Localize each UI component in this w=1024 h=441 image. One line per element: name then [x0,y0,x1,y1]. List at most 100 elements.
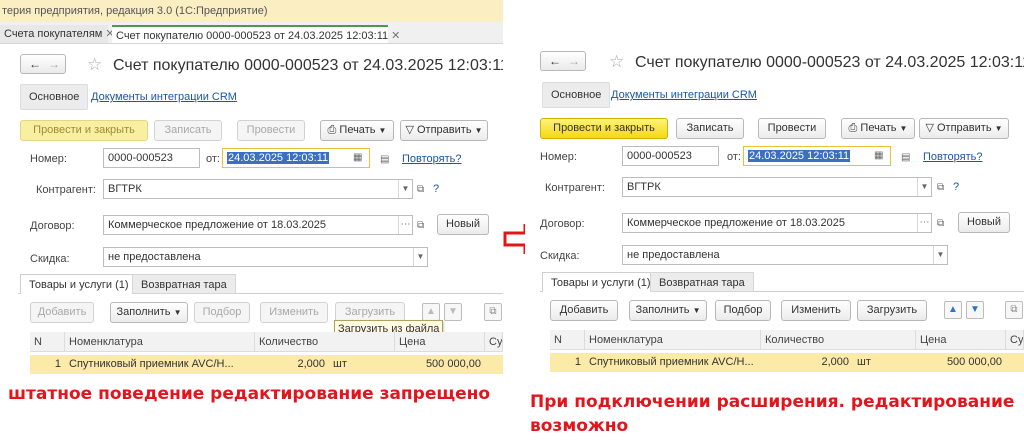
tab-goods-services[interactable]: Товары и услуги (1) [20,274,138,294]
close-icon[interactable]: ✕ [391,30,400,42]
cell-qty: 2,000 [761,353,853,372]
send-button[interactable]: ▽ Отправить ▼ [400,120,488,141]
question-icon[interactable]: ? [953,181,959,193]
subnav-main[interactable]: Основное [542,82,611,108]
discount-label: Скидка: [30,253,70,265]
right-screenshot: ← → ☆ Счет покупателю 0000-000523 от 24.… [525,37,1024,385]
back-forward-buttons[interactable]: ← → [20,54,66,74]
star-icon[interactable]: ☆ [609,53,624,70]
contract-label: Договор: [540,218,585,230]
open-icon[interactable]: ⧉ [417,184,424,196]
change-button[interactable]: Изменить [781,300,851,321]
post-and-close-button[interactable]: Провести и закрыть [20,120,148,141]
question-icon[interactable]: ? [433,183,439,195]
window-title: терия предприятия, редакция 3.0 (1С:Пред… [0,0,503,22]
forward-arrow-icon[interactable]: → [48,57,60,71]
contract-field[interactable]: Коммерческое предложение от 18.03.2025 ⋯ [103,215,413,235]
tab-returnable-containers[interactable]: Возвратная тара [132,274,236,294]
list-icon[interactable]: ▤ [901,152,910,164]
subnav-main[interactable]: Основное [20,84,89,110]
chevron-down-icon[interactable]: ⋯ [917,214,931,232]
post-button[interactable]: Провести [758,118,826,139]
up-arrow-icon[interactable]: ▲ [944,301,962,319]
copy-icon[interactable]: ⧉ [1005,301,1023,319]
subnav-crm-link[interactable]: Документы интеграции CRM [611,89,757,101]
contractor-field[interactable]: ВГТРК ▼ [622,177,932,197]
number-field[interactable]: 0000-000523 [622,146,719,166]
column-header-qty[interactable]: Количество [761,330,916,350]
down-arrow-icon[interactable]: ▼ [966,301,984,319]
pick-button[interactable]: Подбор [194,302,250,323]
discount-field[interactable]: не предоставлена ▼ [622,245,948,265]
add-row-button[interactable]: Добавить [30,302,94,323]
load-button[interactable]: Загрузить [857,300,927,321]
column-header-sum[interactable]: Су [485,332,503,352]
contractor-field[interactable]: ВГТРК ▼ [103,179,413,199]
date-field[interactable]: 24.03.2025 12:03:11 ▦ [743,146,891,166]
column-header-n[interactable]: N [30,332,65,352]
change-button[interactable]: Изменить [260,302,328,323]
send-button[interactable]: ▽ Отправить ▼ [919,118,1009,139]
copy-icon[interactable]: ⧉ [484,303,502,321]
chevron-down-icon[interactable]: ▼ [933,246,947,264]
save-button[interactable]: Записать [154,120,222,141]
fill-button[interactable]: Заполнить ▼ [629,300,707,321]
back-forward-buttons[interactable]: ← → [540,51,586,71]
printer-icon: ⎙ [848,122,858,134]
number-field[interactable]: 0000-000523 [103,148,200,168]
open-icon[interactable]: ⧉ [937,182,944,194]
subnav-crm-link[interactable]: Документы интеграции CRM [91,91,237,103]
down-arrow-icon[interactable]: ▼ [444,303,462,321]
date-field[interactable]: 24.03.2025 12:03:11 ▦ [222,148,370,168]
open-tabs-bar: Счета покупателям ✕ Счет покупателю 0000-… [0,22,503,44]
forward-arrow-icon[interactable]: → [568,54,580,68]
chevron-down-icon[interactable]: ▼ [398,180,412,198]
column-header-price[interactable]: Цена [916,330,1006,350]
chevron-down-icon[interactable]: ⋯ [398,216,412,234]
column-header-n[interactable]: N [550,330,585,350]
number-label: Номер: [540,151,577,163]
new-contract-button[interactable]: Новый [958,212,1010,233]
save-button[interactable]: Записать [676,118,744,139]
column-header-sum[interactable]: Су [1006,330,1024,350]
print-button[interactable]: ⎙ Печать ▼ [320,120,394,141]
back-arrow-icon[interactable]: ← [29,57,41,71]
fill-button[interactable]: Заполнить ▼ [110,302,188,323]
calendar-icon[interactable]: ▦ [353,152,362,164]
contractor-label: Контрагент: [36,184,96,196]
column-header-item[interactable]: Номенклатура [65,332,255,352]
tab-invoices-list[interactable]: Счета покупателям ✕ [0,25,115,43]
cell-price: 500 000,00 [395,355,485,374]
pick-button[interactable]: Подбор [715,300,771,321]
open-icon[interactable]: ⧉ [937,218,944,230]
chevron-down-icon[interactable]: ▼ [413,248,427,266]
print-button[interactable]: ⎙ Печать ▼ [841,118,915,139]
left-caption: штатное поведение редактирование запреще… [8,384,491,404]
tab-goods-services[interactable]: Товары и услуги (1) [542,272,660,292]
repeat-link[interactable]: Повторять? [402,153,462,165]
new-contract-button[interactable]: Новый [437,214,489,235]
column-header-price[interactable]: Цена [395,332,485,352]
discount-field[interactable]: не предоставлена ▼ [103,247,428,267]
back-arrow-icon[interactable]: ← [549,54,561,68]
repeat-link[interactable]: Повторять? [923,151,983,163]
contract-field[interactable]: Коммерческое предложение от 18.03.2025 ⋯ [622,213,932,233]
up-arrow-icon[interactable]: ▲ [422,303,440,321]
open-icon[interactable]: ⧉ [417,220,424,232]
chevron-down-icon[interactable]: ▼ [917,178,931,196]
column-header-item[interactable]: Номенклатура [585,330,761,350]
tab-returnable-containers[interactable]: Возвратная тара [650,272,754,292]
cell-n: 1 [550,353,585,372]
page-title: Счет покупателю 0000-000523 от 24.03.202… [113,57,503,74]
contract-label: Договор: [30,220,75,232]
post-and-close-button[interactable]: Провести и закрыть [540,118,668,139]
date-label: от: [727,151,741,163]
number-label: Номер: [30,153,67,165]
add-row-button[interactable]: Добавить [550,300,618,321]
star-icon[interactable]: ☆ [87,56,102,73]
column-header-qty[interactable]: Количество [255,332,395,352]
post-button[interactable]: Провести [237,120,305,141]
calendar-icon[interactable]: ▦ [874,150,883,162]
tab-invoice-document[interactable]: Счет покупателю 0000-000523 от 24.03.202… [112,25,400,43]
list-icon[interactable]: ▤ [380,154,389,166]
